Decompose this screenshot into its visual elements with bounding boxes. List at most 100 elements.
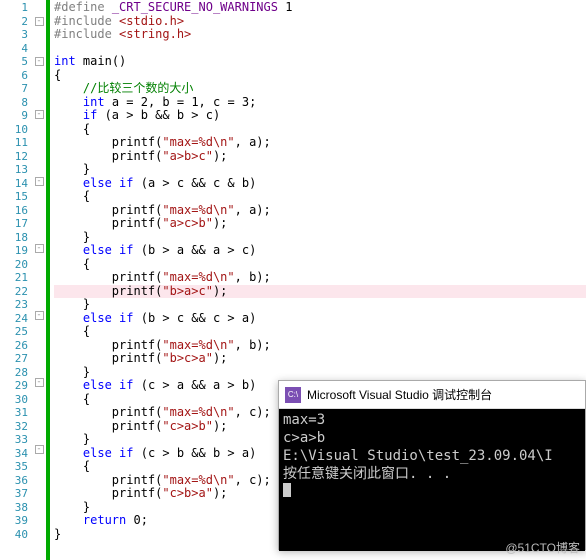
fold-toggle (32, 28, 46, 42)
line-number: 13 (0, 163, 28, 177)
line-number: 33 (0, 433, 28, 447)
fold-toggle (32, 188, 46, 202)
code-line[interactable]: { (54, 69, 586, 83)
fold-toggle (32, 510, 46, 524)
line-number: 14 (0, 177, 28, 191)
line-number: 37 (0, 487, 28, 501)
line-number: 25 (0, 325, 28, 339)
code-line[interactable]: int main() (54, 55, 586, 69)
line-number: 24 (0, 312, 28, 326)
fold-toggle (32, 269, 46, 283)
line-number: 36 (0, 474, 28, 488)
line-number: 29 (0, 379, 28, 393)
console-title: Microsoft Visual Studio 调试控制台 (307, 386, 492, 403)
code-line[interactable]: printf("max=%d\n", a); (54, 136, 586, 150)
code-line[interactable]: } (54, 163, 586, 177)
fold-toggle[interactable]: - (35, 177, 44, 186)
line-number: 6 (0, 69, 28, 83)
line-number: 35 (0, 460, 28, 474)
code-line[interactable]: printf("max=%d\n", a); (54, 204, 586, 218)
code-line[interactable] (54, 42, 586, 56)
code-line[interactable]: #include <string.h> (54, 28, 586, 42)
line-number: 23 (0, 298, 28, 312)
code-line[interactable]: if (a > b && b > c) (54, 109, 586, 123)
line-number: 10 (0, 123, 28, 137)
code-line[interactable]: #include <stdio.h> (54, 15, 586, 29)
change-indicator (46, 0, 50, 560)
line-number: 7 (0, 82, 28, 96)
console-titlebar[interactable]: C:\ Microsoft Visual Studio 调试控制台 (279, 381, 585, 409)
fold-toggle (32, 68, 46, 82)
line-number: 38 (0, 501, 28, 515)
fold-toggle[interactable]: - (35, 57, 44, 66)
fold-toggle (32, 389, 46, 403)
code-line[interactable]: { (54, 123, 586, 137)
code-line[interactable]: } (54, 366, 586, 380)
fold-toggle (32, 135, 46, 149)
code-line[interactable]: { (54, 325, 586, 339)
code-line[interactable]: else if (a > c && c & b) (54, 177, 586, 191)
code-line[interactable]: printf("max=%d\n", b); (54, 271, 586, 285)
fold-toggle (32, 497, 46, 511)
code-line[interactable]: } (54, 231, 586, 245)
code-line[interactable]: else if (b > a && a > c) (54, 244, 586, 258)
line-number: 8 (0, 96, 28, 110)
code-line[interactable]: int a = 2, b = 1, c = 3; (54, 96, 586, 110)
line-number: 31 (0, 406, 28, 420)
code-line[interactable]: printf("max=%d\n", b); (54, 339, 586, 353)
fold-toggle (32, 403, 46, 417)
code-line[interactable]: printf("b>c>a"); (54, 352, 586, 366)
fold-toggle (32, 363, 46, 377)
line-number: 26 (0, 339, 28, 353)
line-number: 19 (0, 244, 28, 258)
console-window[interactable]: C:\ Microsoft Visual Studio 调试控制台 max=3 … (278, 380, 586, 550)
cursor-icon (283, 483, 291, 497)
code-line[interactable]: { (54, 258, 586, 272)
fold-toggle (32, 229, 46, 243)
line-number: 1 (0, 1, 28, 15)
fold-toggle[interactable]: - (35, 110, 44, 119)
code-line[interactable]: printf("a>b>c"); (54, 150, 586, 164)
line-number: 3 (0, 28, 28, 42)
fold-toggle (32, 282, 46, 296)
fold-toggle (32, 322, 46, 336)
fold-toggle[interactable]: - (35, 378, 44, 387)
code-line[interactable]: printf("b>a>c"); (54, 285, 586, 299)
line-number: 5 (0, 55, 28, 69)
code-line[interactable]: { (54, 190, 586, 204)
fold-toggle (32, 202, 46, 216)
line-number: 39 (0, 514, 28, 528)
fold-toggle (32, 524, 46, 538)
line-number: 30 (0, 393, 28, 407)
fold-toggle[interactable]: - (35, 244, 44, 253)
line-number: 11 (0, 136, 28, 150)
console-icon: C:\ (285, 387, 301, 403)
console-output: max=3 c>a>b E:\Visual Studio\test_23.09.… (279, 409, 585, 551)
fold-toggle (32, 416, 46, 430)
line-number: 22 (0, 285, 28, 299)
code-line[interactable]: else if (b > c && c > a) (54, 312, 586, 326)
code-line[interactable]: printf("a>c>b"); (54, 217, 586, 231)
line-number: 40 (0, 528, 28, 542)
fold-toggle (32, 470, 46, 484)
fold-toggle[interactable]: - (35, 311, 44, 320)
code-line[interactable]: #define _CRT_SECURE_NO_WARNINGS 1 (54, 1, 586, 15)
fold-toggle[interactable]: - (35, 445, 44, 454)
code-line[interactable]: //比较三个数的大小 (54, 82, 586, 96)
line-number: 20 (0, 258, 28, 272)
line-number: 9 (0, 109, 28, 123)
line-number: 4 (0, 42, 28, 56)
line-number: 17 (0, 217, 28, 231)
line-number: 32 (0, 420, 28, 434)
line-number: 34 (0, 447, 28, 461)
fold-toggle (32, 81, 46, 95)
fold-toggle (32, 483, 46, 497)
line-number: 2 (0, 15, 28, 29)
line-number: 28 (0, 366, 28, 380)
code-line[interactable]: } (54, 298, 586, 312)
line-number-gutter: 1234567891011121314151617181920212223242… (0, 0, 32, 560)
fold-toggle (32, 162, 46, 176)
fold-toggle[interactable]: - (35, 17, 44, 26)
fold-gutter[interactable]: - - - - - - - - (32, 0, 46, 560)
fold-toggle (32, 349, 46, 363)
